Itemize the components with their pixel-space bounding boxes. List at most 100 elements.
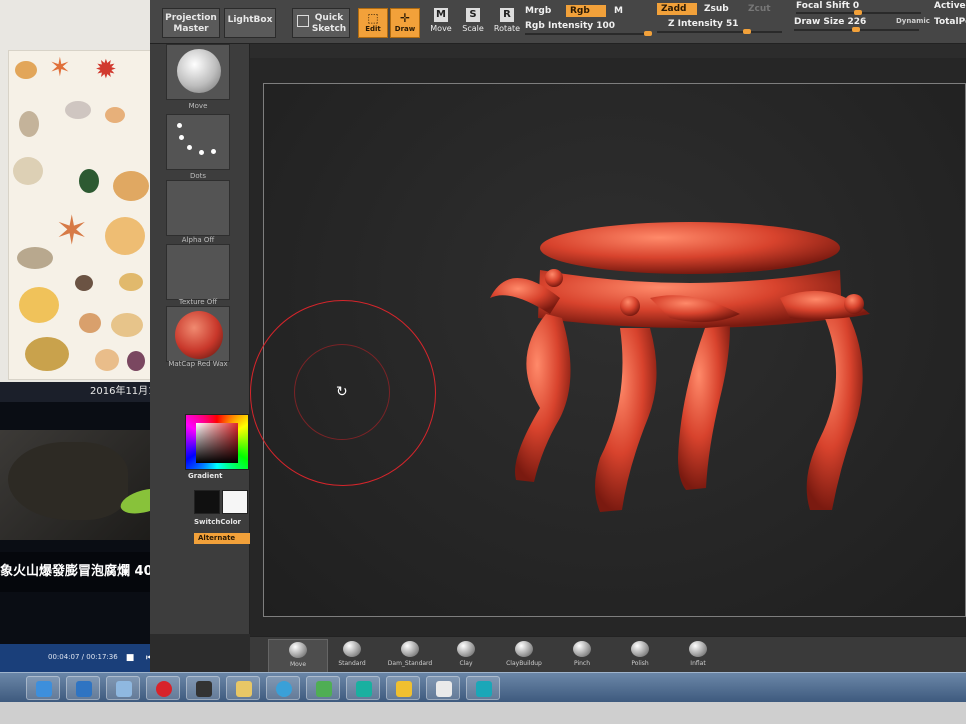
m-toggle[interactable]: M (614, 6, 623, 16)
move-button[interactable]: M Move (426, 8, 456, 38)
rgb-intensity-slider[interactable]: Rgb Intensity 100 (525, 21, 615, 31)
rgb-toggle[interactable]: Rgb (566, 5, 606, 17)
stop-icon[interactable]: ■ (124, 652, 136, 664)
video-time: 00:04:07 / 00:17:36 (48, 653, 118, 661)
focal-shift-knob[interactable] (854, 10, 862, 15)
alpha-selector[interactable] (166, 180, 230, 236)
taskbar-app[interactable] (466, 676, 500, 700)
stroke-selector[interactable] (166, 114, 230, 170)
brush-move[interactable]: Move (268, 639, 328, 673)
shell-icon (105, 107, 125, 123)
brush-preview-icon (177, 49, 221, 93)
starfish-icon: ✶ (55, 208, 89, 254)
quick-sketch-button[interactable]: Quick Sketch (292, 8, 350, 38)
app-icon (156, 681, 172, 697)
canvas-viewport[interactable]: ↻ (250, 58, 966, 636)
z-intensity-knob[interactable] (743, 29, 751, 34)
mrgb-toggle[interactable]: Mrgb (525, 6, 551, 16)
shell-icon (15, 61, 37, 79)
taskbar-app[interactable] (66, 676, 100, 700)
texture-selector[interactable] (166, 244, 230, 300)
taskbar-app[interactable] (266, 676, 300, 700)
brush-polish[interactable]: Polish (610, 639, 670, 673)
rgb-intensity-knob[interactable] (644, 31, 652, 36)
taskbar-zbrush[interactable] (426, 676, 460, 700)
starfish-icon: ✹ (95, 55, 117, 85)
projection-master-button[interactable]: Projection Master (162, 8, 220, 38)
left-shelf: Move Dots Alpha Off Texture Off MatCap R… (150, 44, 252, 634)
video-rock-image (8, 442, 128, 520)
brush-ball-icon (515, 641, 533, 657)
stool-leg (595, 328, 657, 512)
brush-selector[interactable] (166, 44, 230, 100)
brush-pinch[interactable]: Pinch (552, 639, 612, 673)
alternate-button[interactable]: Alternate (194, 533, 252, 544)
color-picker[interactable] (185, 414, 249, 470)
edit-button[interactable]: ⬚ Edit (358, 8, 388, 38)
texture-label: Texture Off (178, 298, 218, 306)
scale-button[interactable]: S Scale (458, 8, 488, 38)
z-intensity-slider[interactable]: Z Intensity 51 (668, 19, 739, 29)
brush-label: Clay (459, 660, 473, 667)
rotate-cursor-icon: ↻ (336, 384, 348, 400)
zcut-toggle[interactable]: Zcut (748, 4, 771, 14)
gradient-label: Gradient (188, 472, 223, 480)
dynamic-toggle[interactable]: Dynamic (896, 17, 930, 25)
shell-icon (105, 217, 145, 255)
switch-color-button[interactable]: SwitchColor (194, 518, 258, 526)
taskbar-app[interactable] (186, 676, 220, 700)
brush-inflat[interactable]: Inflat (668, 639, 728, 673)
material-selector[interactable] (166, 306, 230, 362)
z-intensity-track[interactable] (657, 31, 782, 33)
taskbar-media[interactable] (306, 676, 340, 700)
shell-icon (75, 275, 93, 291)
stool-model[interactable] (450, 218, 890, 538)
app-icon (476, 681, 492, 697)
app-icon (76, 681, 92, 697)
stool-leg (678, 326, 730, 490)
shell-icon (113, 171, 149, 201)
draw-size-slider[interactable]: Draw Size 226 (794, 17, 866, 27)
focal-shift-slider[interactable]: Focal Shift 0 (796, 1, 859, 11)
brush-standard[interactable]: Standard (322, 639, 382, 673)
figure-head (844, 294, 864, 314)
monitor-bezel (0, 702, 966, 724)
taskbar-ie[interactable] (26, 676, 60, 700)
taskbar-app[interactable] (106, 676, 140, 700)
material-label: MatCap Red Wax (168, 360, 228, 368)
app-icon (396, 681, 412, 697)
brush-label: Standard (338, 660, 366, 667)
taskbar-app[interactable] (386, 676, 420, 700)
taskbar (0, 672, 966, 702)
brush-tray: Move Standard Dam_Standard Clay ClayBuil… (250, 636, 966, 676)
color-field[interactable] (196, 423, 238, 463)
brush-clay[interactable]: Clay (436, 639, 496, 673)
brush-claybuildup[interactable]: ClayBuildup (494, 639, 554, 673)
lightbox-button[interactable]: LightBox (224, 8, 276, 38)
taskbar-explorer[interactable] (226, 676, 260, 700)
brush-label: Dam_Standard (387, 660, 433, 667)
rgb-intensity-track[interactable] (525, 33, 650, 35)
shell-icon (19, 287, 59, 323)
taskbar-app[interactable] (146, 676, 180, 700)
secondary-color-swatch[interactable] (222, 490, 248, 514)
shell-icon (127, 351, 145, 371)
main-color-swatch[interactable] (194, 490, 220, 514)
shell-icon (79, 169, 99, 193)
taskbar-app[interactable] (346, 676, 380, 700)
brush-ball-icon (457, 641, 475, 657)
scale-label: Scale (462, 24, 484, 33)
brush-label: Polish (631, 660, 649, 667)
shell-icon (17, 247, 53, 269)
stool-leg (515, 314, 571, 482)
draw-size-knob[interactable] (852, 27, 860, 32)
dots-stroke-icon (179, 135, 184, 140)
brush-dam-standard[interactable]: Dam_Standard (380, 639, 440, 673)
brush-label: Pinch (573, 660, 591, 667)
draw-button[interactable]: ✛ Draw (390, 8, 420, 38)
rotate-button[interactable]: R Rotate (492, 8, 522, 38)
brush-ball-icon (573, 641, 591, 657)
zsub-toggle[interactable]: Zsub (704, 4, 729, 14)
app-icon (356, 681, 372, 697)
zadd-toggle[interactable]: Zadd (657, 3, 697, 15)
